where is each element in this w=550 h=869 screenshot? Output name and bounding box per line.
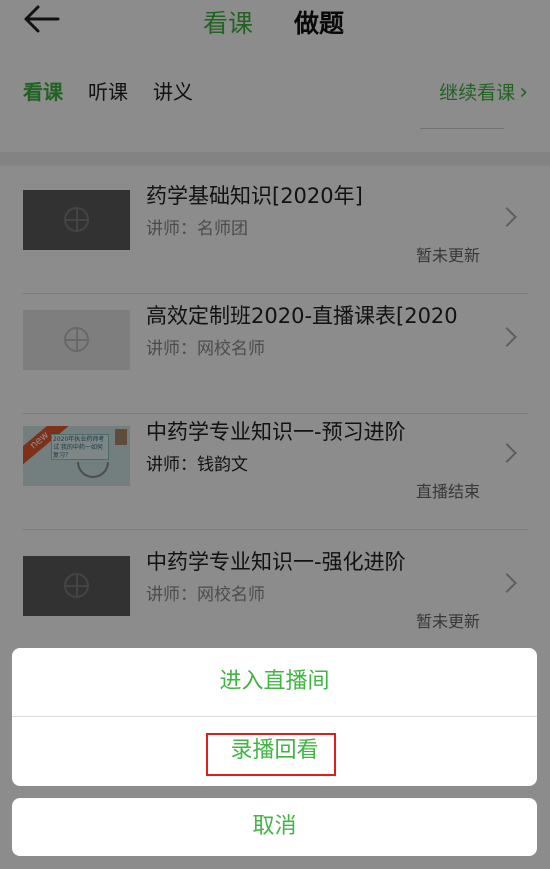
app-screen: 看课 做题 看课 听课 讲义 继续看课 › 药学基础知识[2020年] 讲师：名师… <box>0 0 550 869</box>
action-sheet: 进入直播间 录播回看 <box>12 648 537 786</box>
highlight-box <box>206 733 336 776</box>
cancel-button[interactable]: 取消 <box>12 798 537 856</box>
enter-live-room-button[interactable]: 进入直播间 <box>12 648 537 716</box>
